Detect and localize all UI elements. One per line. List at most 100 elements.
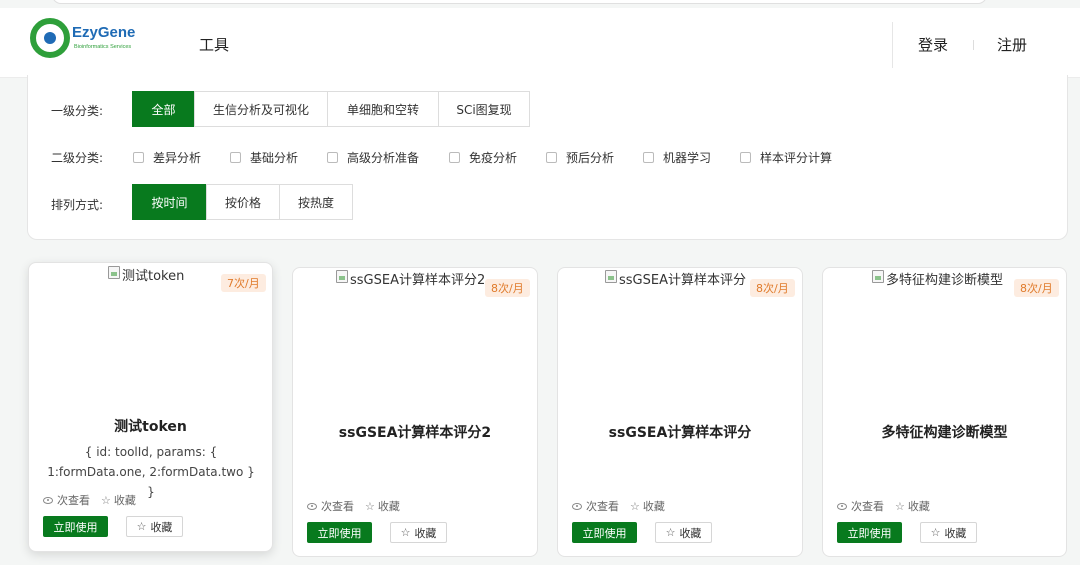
checkbox-box[interactable]	[449, 152, 460, 163]
logo-subtitle: Bioinformatics Services	[74, 44, 132, 50]
search-bar-edge[interactable]	[52, 0, 987, 4]
level2-label: 二级分类:	[51, 151, 104, 165]
favorite-count: 收藏	[377, 500, 400, 513]
level2-checkbox-immune[interactable]: 免疫分析	[449, 149, 517, 166]
favorite-button[interactable]: ☆ 收藏	[655, 522, 712, 543]
tool-card[interactable]: ssGSEA计算样本评分 8次/月 ssGSEA计算样本评分 次查看 ☆ 收藏 立…	[557, 267, 803, 557]
price-badge: 8次/月	[750, 279, 795, 297]
checkbox-label: 基础分析	[250, 151, 299, 165]
use-now-button[interactable]: 立即使用	[572, 522, 637, 543]
star-icon: ☆	[101, 493, 111, 507]
broken-image-icon	[108, 266, 120, 279]
view-count: 次查看	[586, 500, 619, 513]
checkbox-box[interactable]	[230, 152, 241, 163]
view-count: 次查看	[851, 500, 884, 513]
level1-option-sci[interactable]: SCi图复现	[438, 91, 530, 127]
level2-checkbox-advanced[interactable]: 高级分析准备	[327, 149, 419, 166]
sort-label: 排列方式:	[51, 198, 104, 212]
price-badge: 7次/月	[221, 274, 266, 292]
favorite-count: 收藏	[642, 500, 665, 513]
checkbox-box[interactable]	[327, 152, 338, 163]
level1-label: 一级分类:	[51, 104, 104, 118]
checkbox-box[interactable]	[740, 152, 751, 163]
card-image-broken: ssGSEA计算样本评分2	[336, 269, 485, 288]
login-link[interactable]: 登录	[918, 34, 948, 55]
view-count: 次查看	[321, 500, 354, 513]
card-meta: 次查看 ☆ 收藏	[837, 498, 930, 514]
eye-icon	[307, 502, 317, 510]
checkbox-label: 样本评分计算	[760, 151, 833, 165]
favorite-button[interactable]: ☆ 收藏	[126, 516, 183, 537]
broken-image-icon	[872, 270, 884, 283]
level1-options: 全部 生信分析及可视化 单细胞和空转 SCi图复现	[132, 91, 530, 127]
card-meta: 次查看 ☆ 收藏	[572, 498, 665, 514]
logo[interactable]: EzyGene Bioinformatics Services	[30, 18, 150, 62]
checkbox-label: 高级分析准备	[347, 151, 420, 165]
eye-icon	[43, 496, 53, 504]
eye-icon	[572, 502, 582, 510]
use-now-button[interactable]: 立即使用	[43, 516, 108, 537]
card-title: ssGSEA计算样本评分2	[338, 425, 492, 441]
sort-option-popularity[interactable]: 按热度	[279, 184, 353, 220]
level2-checkbox-prognosis[interactable]: 预后分析	[546, 149, 614, 166]
favorite-button-label: 收藏	[414, 526, 437, 540]
star-icon: ☆	[136, 520, 147, 533]
star-icon: ☆	[400, 526, 411, 539]
site-header: EzyGene Bioinformatics Services 工具 登录 注册	[0, 8, 1080, 78]
card-image-alt: ssGSEA计算样本评分2	[350, 273, 486, 288]
card-image-alt: 测试token	[122, 269, 185, 284]
price-badge: 8次/月	[485, 279, 530, 297]
logo-icon	[30, 18, 70, 58]
level2-checkbox-basic[interactable]: 基础分析	[230, 149, 298, 166]
card-title: 测试token	[114, 419, 187, 435]
card-image-broken: ssGSEA计算样本评分	[605, 269, 746, 288]
view-count: 次查看	[57, 494, 90, 507]
sort-option-time[interactable]: 按时间	[132, 184, 207, 220]
star-icon: ☆	[665, 526, 676, 539]
card-image-alt: ssGSEA计算样本评分	[619, 273, 746, 288]
favorite-button[interactable]: ☆ 收藏	[920, 522, 977, 543]
level2-checkbox-diff[interactable]: 差异分析	[133, 149, 201, 166]
sort-option-price[interactable]: 按价格	[206, 184, 280, 220]
checkbox-box[interactable]	[643, 152, 654, 163]
favorite-button[interactable]: ☆ 收藏	[390, 522, 447, 543]
broken-image-icon	[336, 270, 348, 283]
level1-option-bioinfo[interactable]: 生信分析及可视化	[194, 91, 328, 127]
star-icon: ☆	[895, 499, 905, 513]
card-image-alt: 多特征构建诊断模型	[886, 273, 1004, 288]
eye-icon	[837, 502, 847, 510]
header-divider	[892, 22, 893, 68]
register-link[interactable]: 注册	[997, 34, 1027, 55]
star-icon: ☆	[365, 499, 375, 513]
top-strip	[0, 0, 1080, 8]
filter-panel: 一级分类: 全部 生信分析及可视化 单细胞和空转 SCi图复现 二级分类: 差异…	[27, 75, 1068, 240]
checkbox-label: 差异分析	[153, 151, 202, 165]
level2-checkbox-ml[interactable]: 机器学习	[643, 149, 711, 166]
card-image-broken: 多特征构建诊断模型	[872, 269, 1003, 288]
nav-tools-link[interactable]: 工具	[199, 34, 229, 55]
checkbox-label: 免疫分析	[469, 151, 518, 165]
checkbox-box[interactable]	[133, 152, 144, 163]
use-now-button[interactable]: 立即使用	[837, 522, 902, 543]
tool-card[interactable]: 测试token 7次/月 测试token { id: toolId, param…	[28, 262, 273, 552]
tool-card[interactable]: 多特征构建诊断模型 8次/月 多特征构建诊断模型 次查看 ☆ 收藏 立即使用 ☆ 收…	[822, 267, 1067, 557]
tool-card[interactable]: ssGSEA计算样本评分2 8次/月 ssGSEA计算样本评分2 次查看 ☆ 收藏…	[292, 267, 538, 557]
favorite-count: 收藏	[907, 500, 930, 513]
favorite-button-label: 收藏	[150, 520, 173, 534]
use-now-button[interactable]: 立即使用	[307, 522, 372, 543]
checkbox-label: 机器学习	[663, 151, 712, 165]
star-icon: ☆	[930, 526, 941, 539]
star-icon: ☆	[630, 499, 640, 513]
checkbox-box[interactable]	[546, 152, 557, 163]
card-image-broken: 测试token	[108, 265, 184, 284]
level1-option-singlecell[interactable]: 单细胞和空转	[327, 91, 439, 127]
sort-options: 按时间 按价格 按热度	[132, 184, 353, 220]
level1-option-all[interactable]: 全部	[132, 91, 195, 127]
card-title: 多特征构建诊断模型	[881, 425, 1008, 441]
broken-image-icon	[605, 270, 617, 283]
logo-name: EzyGene	[72, 24, 136, 41]
level2-checkbox-score[interactable]: 样本评分计算	[740, 149, 832, 166]
card-title: ssGSEA计算样本评分	[608, 425, 752, 441]
price-badge: 8次/月	[1014, 279, 1059, 297]
favorite-count: 收藏	[113, 494, 136, 507]
